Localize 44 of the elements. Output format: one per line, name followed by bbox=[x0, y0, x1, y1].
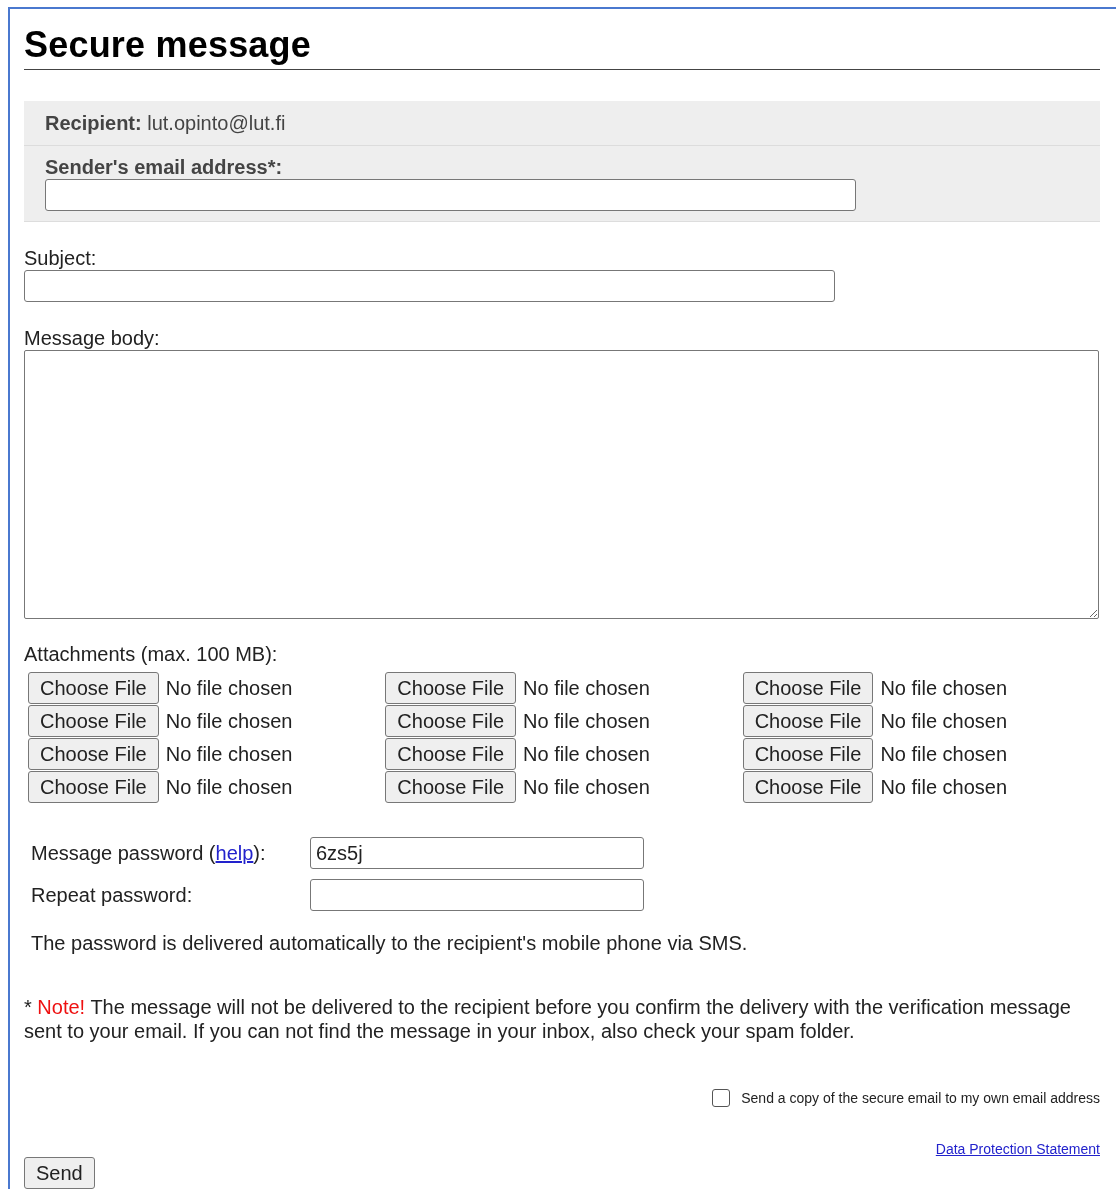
field-label: Sender's email address*: bbox=[45, 156, 283, 178]
field-label: Repeat password: bbox=[31, 883, 194, 907]
help-link[interactable]: help bbox=[215, 842, 254, 864]
recipient-line: Recipient: lut.opinto@lut.fi bbox=[45, 111, 287, 135]
field-label: Subject: bbox=[24, 246, 98, 270]
password-field[interactable]: 6zs5j bbox=[310, 837, 644, 869]
message-body-field[interactable] bbox=[24, 350, 1099, 619]
file-status: No file chosen bbox=[165, 742, 293, 766]
field-label: Attachments (max. 100 MB): bbox=[24, 642, 279, 666]
file-status: No file chosen bbox=[880, 775, 1008, 799]
note-text: * Note! The message will not be delivered to the recipient before you confirm the delivery with the verification message sent to your email. If you can not find the message in your inbox, also check your spam folder. bbox=[24, 995, 1072, 1043]
choose-file-button[interactable]: Choose File bbox=[28, 771, 159, 803]
file-status: No file chosen bbox=[165, 709, 293, 733]
file-status: No file chosen bbox=[165, 775, 293, 799]
choose-file-button[interactable]: Choose File bbox=[28, 738, 159, 770]
password-info: The password is delivered automatically to the recipient's mobile phone via SMS. bbox=[31, 931, 749, 955]
repeat-password-field[interactable] bbox=[310, 879, 644, 911]
send-button[interactable]: Send bbox=[24, 1157, 95, 1189]
choose-file-button[interactable]: Choose File bbox=[742, 672, 874, 704]
file-status: No file chosen bbox=[880, 676, 1008, 700]
data-protection-link[interactable]: Data Protection Statement bbox=[935, 1141, 1100, 1157]
file-status: No file chosen bbox=[880, 709, 1008, 733]
choose-file-button[interactable]: Choose File bbox=[385, 738, 517, 770]
field-label: Message body: bbox=[24, 326, 161, 350]
file-status: No file chosen bbox=[523, 775, 650, 799]
file-status: No file chosen bbox=[523, 742, 650, 766]
choose-file-button[interactable]: Choose File bbox=[742, 705, 874, 737]
field-label: Message password (help): bbox=[31, 841, 267, 865]
choose-file-button[interactable]: Choose File bbox=[28, 672, 159, 704]
file-status: No file chosen bbox=[165, 676, 293, 700]
sender-email-field[interactable] bbox=[45, 179, 856, 211]
choose-file-button[interactable]: Choose File bbox=[28, 705, 159, 737]
page-title: Secure message bbox=[24, 25, 1100, 70]
choose-file-button[interactable]: Choose File bbox=[385, 672, 517, 704]
choose-file-button[interactable]: Choose File bbox=[385, 705, 517, 737]
file-status: No file chosen bbox=[523, 676, 650, 700]
file-status: No file chosen bbox=[523, 709, 650, 733]
copy-checkbox[interactable] bbox=[712, 1089, 731, 1107]
checkbox-label: Send a copy of the secure email to my own email address bbox=[741, 1090, 1100, 1106]
file-status: No file chosen bbox=[880, 742, 1008, 766]
subject-field[interactable] bbox=[24, 270, 835, 302]
choose-file-button[interactable]: Choose File bbox=[385, 771, 517, 803]
choose-file-button[interactable]: Choose File bbox=[742, 738, 874, 770]
choose-file-button[interactable]: Choose File bbox=[742, 771, 874, 803]
